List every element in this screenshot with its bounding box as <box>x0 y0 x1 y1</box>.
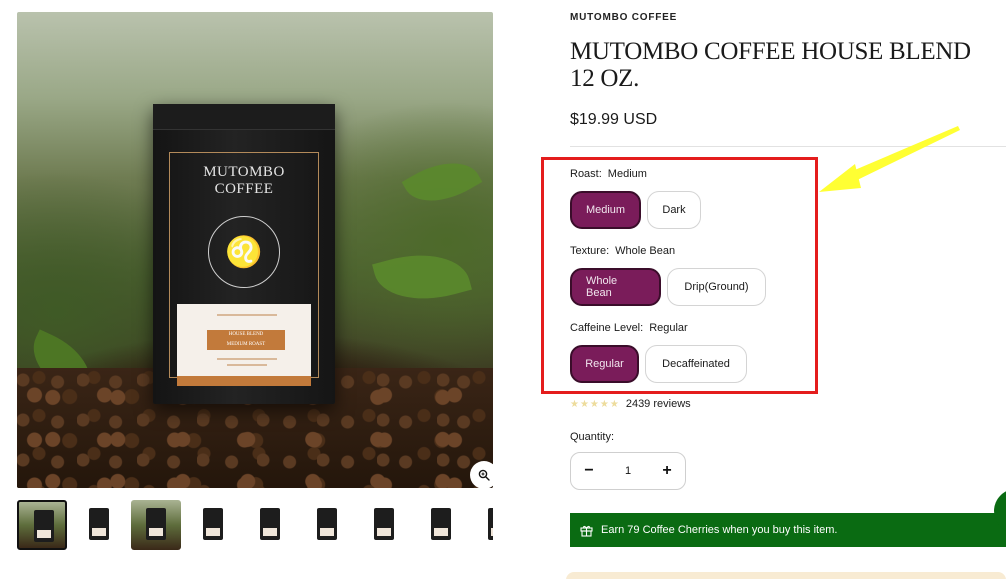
product-price: $19.99 USD <box>570 111 658 128</box>
lion-logo-icon: ♌ <box>208 216 280 288</box>
rewards-text: Earn 79 Coffee Cherries when you buy thi… <box>601 524 838 536</box>
roast-medium-button[interactable]: Medium <box>570 191 641 229</box>
caffeine-option-label: Caffeine Level: Regular <box>570 322 688 334</box>
bottom-banner <box>566 572 1006 579</box>
texture-drip-ground-button[interactable]: Drip(Ground) <box>667 268 766 306</box>
quantity-label: Quantity: <box>570 431 615 443</box>
star-rating-icon: ★★★★★ <box>570 398 620 410</box>
caffeine-regular-button[interactable]: Regular <box>570 345 639 383</box>
quantity-stepper: − 1 + <box>570 452 686 490</box>
zoom-button[interactable] <box>470 461 493 488</box>
thumbnail-strip <box>17 500 493 550</box>
texture-option-label: Texture: Whole Bean <box>570 245 676 257</box>
thumbnail[interactable] <box>416 500 466 550</box>
thumbnail[interactable] <box>17 500 67 550</box>
texture-whole-bean-button[interactable]: Whole Bean <box>570 268 661 306</box>
vendor-name: MUTOMBO COFFEE <box>570 12 678 23</box>
product-main-image[interactable]: MUTOMBO COFFEE ♌ HOUSE BLEND MEDIUM ROAS… <box>17 12 493 488</box>
quantity-input[interactable]: 1 <box>607 465 649 477</box>
leaf-decoration <box>401 147 483 217</box>
leaf-decoration <box>372 241 472 313</box>
thumbnail[interactable] <box>131 500 181 550</box>
quantity-increase-button[interactable]: + <box>649 453 685 489</box>
thumbnail[interactable] <box>74 500 124 550</box>
rewards-banner: Earn 79 Coffee Cherries when you buy thi… <box>570 513 1006 547</box>
bag-brand-text: MUTOMBO COFFEE <box>203 164 285 197</box>
caffeine-selected-value: Regular <box>649 322 688 334</box>
thumbnail[interactable] <box>302 500 352 550</box>
roast-selected-value: Medium <box>607 168 647 180</box>
arrow-annotation-icon <box>819 126 960 192</box>
product-title: MUTOMBO COFFEE HOUSE BLEND 12 OZ. <box>570 38 971 92</box>
caffeine-decaffeinated-button[interactable]: Decaffeinated <box>645 345 747 383</box>
bag-label-text: HOUSE BLEND MEDIUM ROAST <box>207 330 285 350</box>
magnifier-icon <box>478 469 490 481</box>
coffee-bag: MUTOMBO COFFEE ♌ HOUSE BLEND MEDIUM ROAS… <box>153 104 335 404</box>
thumbnail[interactable] <box>245 500 295 550</box>
bag-label: HOUSE BLEND MEDIUM ROAST <box>177 304 311 386</box>
reviews-count: 2439 reviews <box>625 398 691 410</box>
roast-dark-button[interactable]: Dark <box>647 191 701 229</box>
roast-option-label: Roast: Medium <box>570 168 647 180</box>
thumbnail[interactable] <box>473 500 493 550</box>
texture-selected-value: Whole Bean <box>615 245 676 257</box>
thumbnail[interactable] <box>359 500 409 550</box>
rating-summary[interactable]: ★★★★★ 2439 reviews <box>570 398 691 410</box>
quantity-decrease-button[interactable]: − <box>571 453 607 489</box>
gift-icon <box>580 524 593 537</box>
thumbnail[interactable] <box>188 500 238 550</box>
